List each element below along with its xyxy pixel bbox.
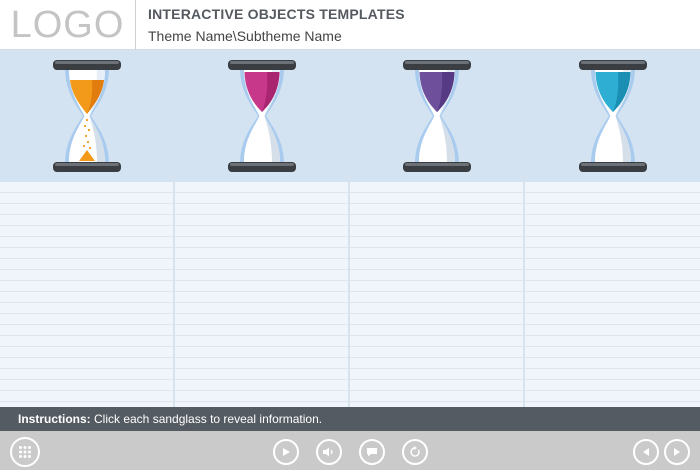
sandglass-icon [578, 60, 647, 172]
sand-grain [87, 128, 90, 132]
cap-highlight [580, 163, 645, 166]
page-title: INTERACTIVE OBJECTS TEMPLATES [148, 6, 405, 22]
sand-grain [84, 134, 87, 138]
replay-icon [410, 446, 420, 457]
cap-highlight [404, 61, 469, 64]
sand-grain [83, 124, 86, 128]
sandglass-button-4[interactable] [525, 50, 700, 182]
prev-button[interactable] [633, 439, 659, 465]
audio-button[interactable] [316, 439, 342, 465]
sandglass-icon [402, 60, 471, 172]
title-block: INTERACTIVE OBJECTS TEMPLATES Theme Name… [148, 6, 405, 44]
sand-grain [88, 146, 91, 150]
info-panel-3 [350, 182, 523, 407]
sand-grain [85, 118, 88, 122]
instructions-bar: Instructions: Click each sandglass to re… [0, 407, 700, 431]
column-3 [350, 50, 525, 407]
sandglass-button-1[interactable] [0, 50, 173, 182]
cap-highlight [54, 61, 119, 64]
logo-text: LOGO [10, 3, 125, 46]
speaker-icon [323, 447, 333, 457]
instructions-text: Click each sandglass to reveal informati… [90, 412, 323, 426]
menu-button[interactable] [10, 437, 40, 467]
cap-highlight [580, 61, 645, 64]
sandglass-button-3[interactable] [350, 50, 523, 182]
sand-grain [86, 140, 89, 144]
cap-highlight [54, 163, 119, 166]
next-icon [674, 448, 680, 456]
column-1 [0, 50, 175, 407]
instructions-label: Instructions: [18, 412, 91, 426]
cap-highlight [229, 61, 294, 64]
captions-button[interactable] [359, 439, 385, 465]
column-2 [175, 50, 350, 407]
sandglass-icon [227, 60, 296, 172]
play-button[interactable] [273, 439, 299, 465]
sandglass-icon [52, 60, 121, 172]
grid-icon [19, 446, 31, 458]
page-subtitle: Theme Name\Subtheme Name [148, 28, 342, 44]
prev-icon [643, 448, 649, 456]
caption-icon [367, 448, 377, 457]
play-icon [283, 448, 290, 456]
info-panel-1 [0, 182, 173, 407]
cap-highlight [229, 163, 294, 166]
header: LOGO INTERACTIVE OBJECTS TEMPLATES Theme… [0, 0, 700, 50]
info-panel-2 [175, 182, 348, 407]
cap-highlight [404, 163, 469, 166]
sand-grain [82, 144, 85, 148]
next-button[interactable] [664, 439, 690, 465]
replay-button[interactable] [402, 439, 428, 465]
sandglass-button-2[interactable] [175, 50, 348, 182]
control-bar [0, 431, 700, 470]
column-4 [525, 50, 700, 407]
info-panel-4 [525, 182, 700, 407]
sandglass-columns [0, 50, 700, 407]
logo: LOGO [0, 0, 136, 50]
